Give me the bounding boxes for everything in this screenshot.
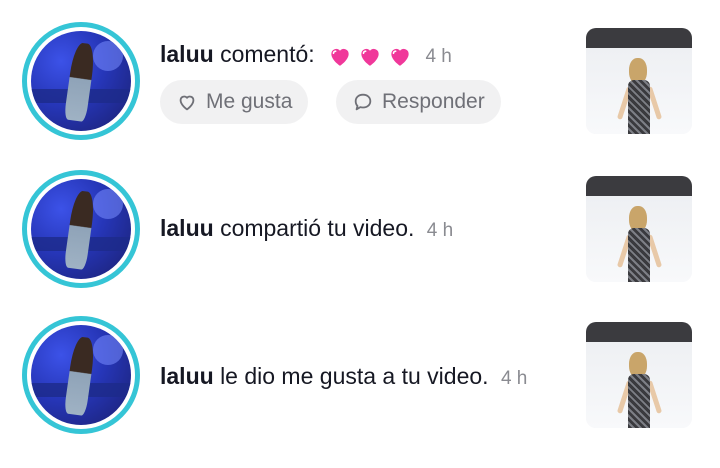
avatar[interactable] — [22, 316, 140, 434]
comment-emoji — [327, 43, 413, 69]
notification-text: laluu comentó: 4 h — [160, 40, 452, 71]
action-text: compartió tu video. — [220, 215, 415, 241]
avatar[interactable] — [22, 170, 140, 288]
reply-button-label: Responder — [382, 90, 485, 113]
heart-outline-icon — [179, 95, 195, 111]
heart-emoji-icon — [331, 48, 349, 66]
timestamp: 4 h — [426, 220, 454, 241]
notification-row-comment[interactable]: laluu comentó: 4 h Me gusta Responder — [0, 22, 720, 142]
video-thumbnail[interactable] — [586, 176, 692, 282]
username[interactable]: laluu — [160, 41, 214, 67]
notification-text: laluu le dio me gusta a tu video. 4 h — [160, 362, 527, 393]
heart-emoji-icon — [361, 48, 379, 66]
video-thumbnail[interactable] — [586, 322, 692, 428]
heart-emoji-icon — [391, 48, 409, 66]
action-text: comentó: — [220, 41, 315, 67]
avatar-photo — [31, 325, 131, 425]
avatar-photo — [31, 31, 131, 131]
action-text: le dio me gusta a tu video. — [220, 363, 489, 389]
username[interactable]: laluu — [160, 215, 214, 241]
speech-bubble-icon — [354, 93, 372, 111]
notification-row-share[interactable]: laluu compartió tu video. 4 h — [0, 170, 720, 290]
notification-text: laluu compartió tu video. 4 h — [160, 214, 453, 245]
like-button-label: Me gusta — [206, 90, 293, 113]
avatar-photo — [31, 179, 131, 279]
reply-button[interactable]: Responder — [336, 80, 501, 124]
username[interactable]: laluu — [160, 363, 214, 389]
avatar[interactable] — [22, 22, 140, 140]
like-comment-button[interactable]: Me gusta — [160, 80, 309, 124]
video-thumbnail[interactable] — [586, 28, 692, 134]
timestamp: 4 h — [425, 46, 452, 67]
notification-row-like[interactable]: laluu le dio me gusta a tu video. 4 h — [0, 316, 720, 436]
timestamp: 4 h — [500, 368, 528, 389]
